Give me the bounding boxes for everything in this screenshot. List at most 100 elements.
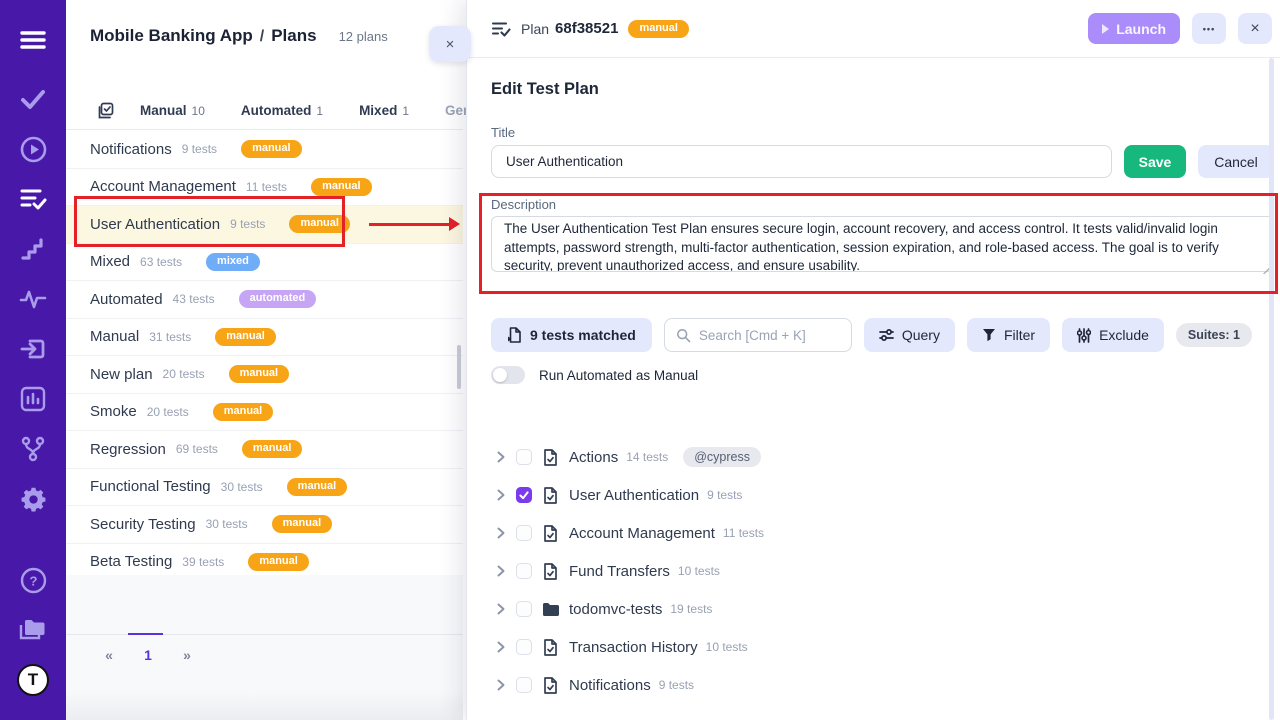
analytics-icon[interactable]: [0, 374, 66, 424]
run-automated-toggle[interactable]: [491, 366, 525, 384]
exclude-button[interactable]: Exclude: [1062, 318, 1164, 352]
plan-type-badge: manual: [248, 553, 309, 571]
suite-row[interactable]: Transaction History 10 tests: [491, 628, 1274, 666]
chevron-right-icon[interactable]: [497, 527, 505, 539]
suite-row[interactable]: User Authentication 9 tests: [491, 476, 1274, 514]
select-all-icon[interactable]: [95, 101, 115, 121]
steps-icon[interactable]: [0, 224, 66, 274]
search-icon: [676, 328, 691, 343]
suite-name: Account Management: [569, 525, 715, 542]
chevron-right-icon[interactable]: [497, 679, 505, 691]
suite-row[interactable]: Account Management 11 tests: [491, 514, 1274, 552]
plan-row[interactable]: Mixed 63 tests mixed: [66, 244, 463, 282]
drawer-body: Edit Test Plan Title Save Cancel Descrip…: [467, 79, 1280, 720]
chevron-right-icon[interactable]: [497, 451, 505, 463]
branch-icon[interactable]: [0, 424, 66, 474]
plan-row[interactable]: Manual 31 tests manual: [66, 319, 463, 357]
query-button[interactable]: Query: [864, 318, 955, 352]
suite-checkbox[interactable]: [516, 639, 532, 655]
search-input[interactable]: [699, 328, 840, 343]
plan-row[interactable]: Account Management 11 tests manual: [66, 169, 463, 207]
ellipsis-icon: •••: [1203, 24, 1215, 34]
plans-footer: « 1 »: [66, 575, 463, 720]
drawer-close-button[interactable]: ×: [1238, 13, 1272, 44]
title-input[interactable]: [491, 145, 1112, 178]
save-button[interactable]: Save: [1124, 145, 1186, 178]
suite-row[interactable]: todomvc-tests 19 tests: [491, 590, 1274, 628]
pagination-next[interactable]: »: [181, 647, 193, 663]
plan-row[interactable]: Notifications 9 tests manual: [66, 131, 463, 169]
help-icon[interactable]: ?: [0, 555, 66, 605]
pagination-prev[interactable]: «: [103, 647, 115, 663]
plan-tests-count: 9 tests: [230, 217, 265, 231]
section-title: Plans: [271, 26, 316, 46]
suite-tests-count: 10 tests: [678, 564, 720, 578]
filter-button[interactable]: Filter: [967, 318, 1050, 352]
file-check-icon: [542, 525, 559, 542]
pagination-page-1[interactable]: 1: [142, 647, 154, 663]
pulse-icon[interactable]: [0, 274, 66, 324]
app-logo[interactable]: T: [0, 655, 66, 705]
pagination: « 1 »: [66, 647, 193, 663]
plans-tab[interactable]: Mixed 1: [359, 103, 409, 118]
drawer-scrollbar[interactable]: [1269, 58, 1274, 720]
footer-divider-accent: [128, 633, 163, 635]
plan-row[interactable]: Regression 69 tests manual: [66, 431, 463, 469]
drawer-actions: Launch ••• ×: [1088, 13, 1272, 44]
suite-row[interactable]: Actions 14 tests @cypress: [491, 438, 1274, 476]
check-icon[interactable]: [0, 74, 66, 124]
suite-checkbox[interactable]: [516, 525, 532, 541]
plan-row[interactable]: Security Testing 30 tests manual: [66, 506, 463, 544]
run-play-icon[interactable]: [0, 124, 66, 174]
plan-row[interactable]: Smoke 20 tests manual: [66, 394, 463, 432]
more-options-button[interactable]: •••: [1192, 13, 1226, 44]
plans-list-check-icon[interactable]: [0, 174, 66, 224]
launch-button[interactable]: Launch: [1088, 13, 1180, 44]
chevron-right-icon[interactable]: [497, 489, 505, 501]
chevron-right-icon[interactable]: [497, 603, 505, 615]
projects-folder-icon[interactable]: [0, 605, 66, 655]
cancel-button[interactable]: Cancel: [1198, 145, 1274, 178]
plan-drawer: × Plan 68f38521 manual Launch ••• × Edit…: [466, 0, 1280, 720]
plan-icon: [491, 20, 511, 38]
plans-panel: Mobile Banking App / Plans 12 plans Manu…: [66, 0, 463, 720]
settings-gear-icon[interactable]: [0, 474, 66, 524]
suite-row-partial[interactable]: [491, 714, 1274, 720]
tab-label: Mixed: [359, 103, 397, 118]
plan-tests-count: 31 tests: [149, 330, 191, 344]
plans-tab[interactable]: Manual10: [140, 103, 205, 118]
plan-row[interactable]: Functional Testing 30 tests manual: [66, 469, 463, 507]
toggle-knob: [493, 368, 507, 382]
suite-checkbox[interactable]: [516, 601, 532, 617]
suite-row[interactable]: Notifications 9 tests: [491, 666, 1274, 704]
chevron-right-icon[interactable]: [497, 641, 505, 653]
plans-tab[interactable]: Automated1: [241, 103, 323, 118]
plan-row[interactable]: New plan 20 tests manual: [66, 356, 463, 394]
suite-checkbox[interactable]: [516, 487, 532, 503]
suite-checkbox[interactable]: [516, 677, 532, 693]
tests-matched-chip[interactable]: 9 tests matched: [491, 318, 652, 352]
chevron-right-icon[interactable]: [497, 565, 505, 577]
description-textarea[interactable]: The User Authentication Test Plan ensure…: [491, 216, 1274, 272]
suite-checkbox[interactable]: [516, 563, 532, 579]
menu-icon[interactable]: [0, 15, 66, 65]
suite-row[interactable]: Fund Transfers 10 tests: [491, 552, 1274, 590]
sign-in-icon[interactable]: [0, 324, 66, 374]
svg-text:?: ?: [29, 573, 37, 588]
plan-type-badge: manual: [229, 365, 290, 383]
list-scrollbar-thumb[interactable]: [457, 345, 461, 389]
suite-name: User Authentication: [569, 487, 699, 504]
suite-tests-count: 11 tests: [723, 526, 764, 540]
suite-name: Transaction History: [569, 639, 698, 656]
plan-type-badge: manual: [289, 215, 350, 233]
plan-row[interactable]: Automated 43 tests automated: [66, 281, 463, 319]
query-label: Query: [902, 327, 940, 343]
project-title: Mobile Banking App: [90, 26, 253, 46]
plan-tests-count: 20 tests: [163, 367, 205, 381]
drawer-collapse-button[interactable]: ×: [429, 26, 471, 62]
plan-tests-count: 30 tests: [221, 480, 263, 494]
plan-row[interactable]: User Authentication 9 tests manual: [66, 206, 463, 244]
play-icon: [1102, 24, 1109, 34]
suite-checkbox[interactable]: [516, 449, 532, 465]
tab-count: 1: [402, 104, 409, 118]
